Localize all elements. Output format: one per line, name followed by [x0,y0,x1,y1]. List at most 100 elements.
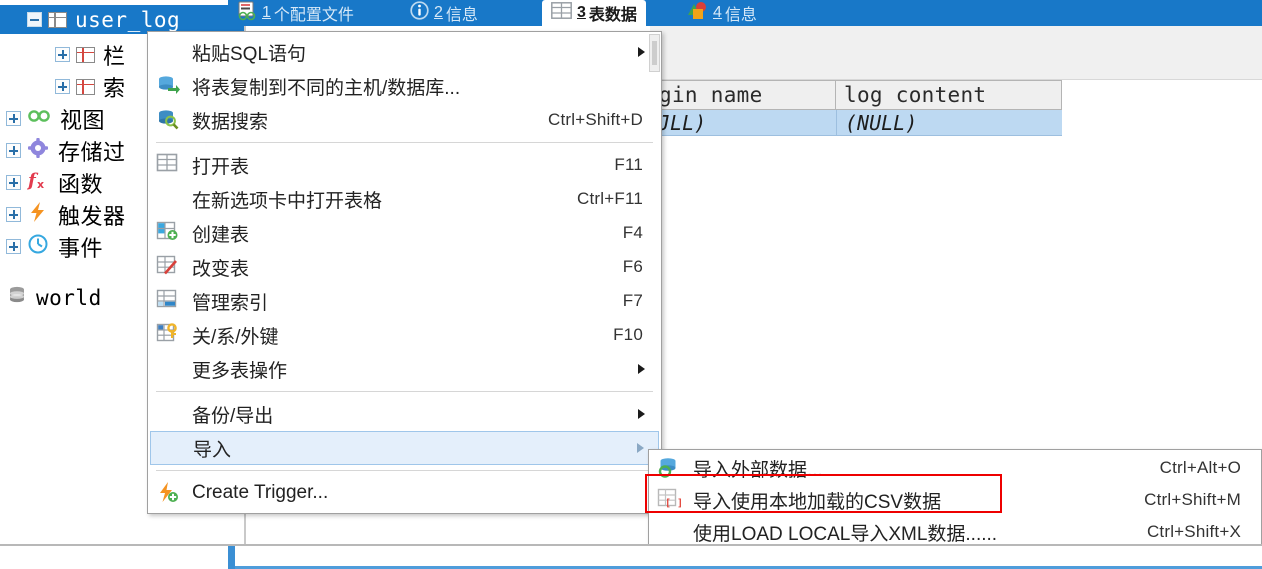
submenu-item-label: 导入外部数据... [693,459,823,481]
menu-item-create-trigger[interactable]: Create Trigger... [150,476,659,510]
table-icon [48,11,67,28]
menu-item-data-search[interactable]: 数据搜索 Ctrl+Shift+D [150,103,659,137]
chart-icon [687,1,708,25]
tree-item-events[interactable]: 事件 [0,232,103,262]
submenu-item-accel: Ctrl+Shift+M [1144,490,1241,509]
tree-item-views[interactable]: 视图 [0,104,106,134]
alter-table-icon [156,255,186,279]
menu-item-manage-indexes[interactable]: 管理索引 F7 [150,284,659,318]
svg-text:[ ]: [ ] [665,498,681,508]
menu-item-relations-foreign-keys[interactable]: 关/系/外键 F10 [150,318,659,352]
expand-expander-icon[interactable] [6,143,21,158]
function-icon: f x [26,169,49,197]
tree-item-user-log[interactable]: user_log [0,5,244,34]
tree-item-stored-procedures[interactable]: 存储过 [0,136,126,166]
menu-item-paste-sql[interactable]: 粘贴SQL语句 [150,35,659,69]
tab-number: 3 [577,4,586,21]
column-header-log-content[interactable]: log content [836,80,1062,110]
data-grid[interactable]: gin name log content JLL) (NULL) [650,80,1062,136]
tree-item-indexes[interactable]: 索 [0,72,126,102]
svg-text:x: x [37,178,44,191]
tree-item-columns[interactable]: 栏 [0,40,126,70]
submenu-item-import-csv-local[interactable]: [ ] 导入使用本地加载的CSV数据 Ctrl+Shift+M [651,484,1259,516]
menu-item-label: 创建表 [192,224,250,246]
import-external-icon [657,456,687,480]
menu-item-label: 粘贴SQL语句 [192,43,307,65]
open-table-icon [156,153,186,177]
tree-item-world-database[interactable]: world [0,283,102,312]
blank-icon [657,520,687,544]
procedure-icon [27,137,49,165]
column-header-login-name[interactable]: gin name [650,80,836,110]
expand-expander-icon[interactable] [6,111,21,126]
import-submenu[interactable]: 导入外部数据... Ctrl+Alt+O [ ] 导入使用本地加载的CSV数据 … [648,449,1262,551]
menu-item-accel: F6 [622,257,643,276]
grid-cell[interactable]: (NULL) [836,110,1062,136]
blank-icon [156,357,186,381]
menu-item-import[interactable]: 导入 [150,431,659,465]
view-icon [27,106,51,131]
menu-item-backup-export[interactable]: 备份/导出 [150,397,659,431]
blank-icon [157,436,187,460]
grid-header-row: gin name log content [650,80,1062,110]
tab-table-data[interactable]: 3 表数据 [542,0,646,26]
menu-item-accel: Ctrl+F11 [577,189,643,208]
menu-item-more-table-operations[interactable]: 更多表操作 [150,352,659,386]
tab-info-2[interactable]: 2 信息 [401,0,487,26]
submenu-item-accel: Ctrl+Shift+X [1146,522,1241,541]
menu-item-accel: F4 [622,223,643,242]
tab-bar[interactable]: 1 个配置文件 2 信息 3 表数据 4 信息 [228,0,1262,26]
tree-item-label: 视图 [60,108,106,134]
copy-db-icon [156,74,186,98]
submenu-item-label: 导入使用本地加载的CSV数据 [693,491,942,513]
menu-item-label: 导入 [193,439,232,461]
tab-number: 4 [713,4,722,21]
tree-item-label: 栏 [103,44,126,70]
import-csv-icon: [ ] [657,488,687,512]
table-context-menu[interactable]: 粘贴SQL语句 将表复制到不同的主机/数据库... 数据搜索 Ctrl+Shif… [147,31,662,514]
chevron-right-icon [638,409,645,419]
columns-icon [76,46,95,63]
info-icon [410,1,429,25]
menu-item-label: 打开表 [192,156,250,178]
expand-expander-icon[interactable] [6,239,21,254]
table-row[interactable]: JLL) (NULL) [650,110,1062,136]
menu-item-label: 管理索引 [192,292,269,314]
tab-profile[interactable]: 1 个配置文件 [228,0,363,26]
collapse-expander-icon[interactable] [27,12,42,27]
menu-item-open-table-new-tab[interactable]: 在新选项卡中打开表格 Ctrl+F11 [150,182,659,216]
grid-cell[interactable]: JLL) [650,110,836,136]
expand-expander-icon[interactable] [55,79,70,94]
tree-item-functions[interactable]: f x 函数 [0,168,104,198]
tree-item-label: 索 [103,76,126,102]
expand-expander-icon[interactable] [6,175,21,190]
menu-item-open-table[interactable]: 打开表 F11 [150,148,659,182]
menu-item-label: 将表复制到不同的主机/数据库... [192,77,461,99]
tree-item-triggers[interactable]: 触发器 [0,200,126,230]
tree-item-label: 函数 [58,172,104,198]
menu-item-accel: F11 [614,155,643,174]
grid-toolbar [650,26,1262,80]
tree-item-label: 触发器 [58,204,126,230]
menu-item-alter-table[interactable]: 改变表 F6 [150,250,659,284]
menu-item-copy-table-to-host[interactable]: 将表复制到不同的主机/数据库... [150,69,659,103]
tab-label: 表数据 [588,7,637,24]
submenu-item-import-external-data[interactable]: 导入外部数据... Ctrl+Alt+O [651,452,1259,484]
trigger-icon [27,201,49,229]
create-trigger-icon [156,481,186,505]
tree-item-label: user_log [75,7,181,32]
chevron-right-icon [637,443,644,453]
menu-item-label: 关/系/外键 [192,326,279,348]
tab-info-4[interactable]: 4 信息 [678,0,766,26]
menu-item-accel: Ctrl+Shift+D [548,110,643,129]
chevron-right-icon [638,47,645,57]
menu-item-accel: F7 [622,291,643,310]
expand-expander-icon[interactable] [6,207,21,222]
manage-index-icon [156,289,186,313]
expand-expander-icon[interactable] [55,47,70,62]
tree-item-label: 存储过 [58,140,126,166]
create-table-icon [156,221,186,245]
menu-item-create-table[interactable]: 创建表 F4 [150,216,659,250]
menu-item-label: 改变表 [192,258,250,280]
menu-separator [156,391,653,392]
